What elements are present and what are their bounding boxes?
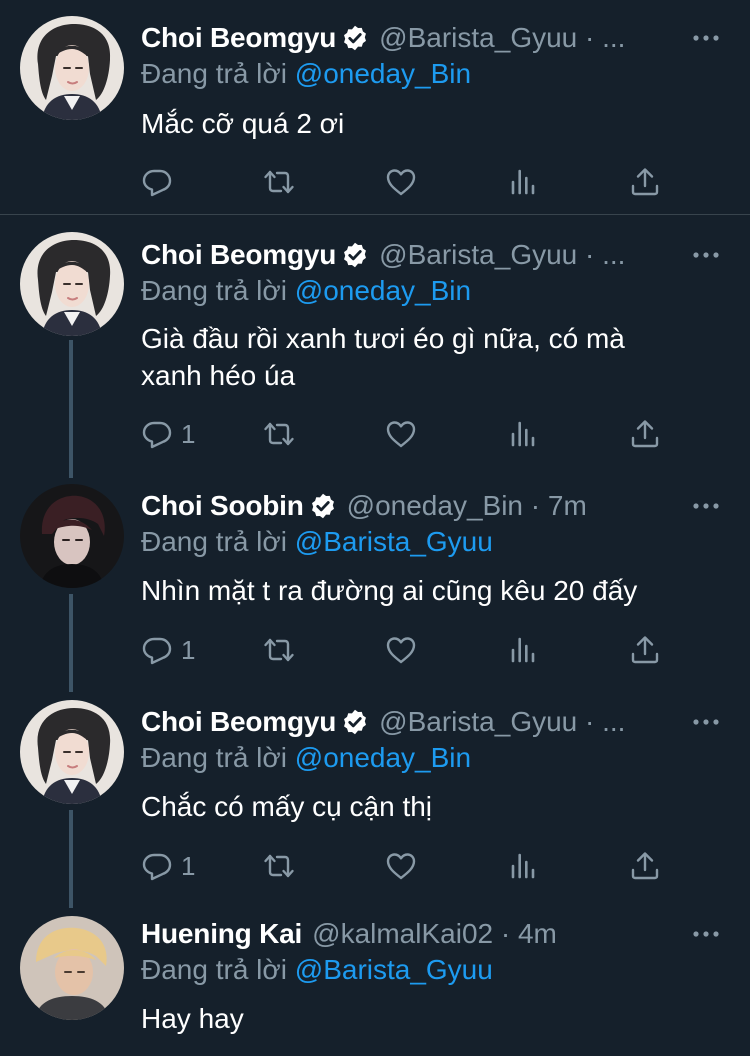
author-handle[interactable]: @Barista_Gyuu · ... xyxy=(379,22,625,54)
replying-prefix: Đang trả lời xyxy=(141,58,287,89)
mention-link[interactable]: @Barista_Gyuu xyxy=(295,526,493,557)
author-name[interactable]: Choi Beomgyu xyxy=(141,239,336,271)
author-handle[interactable]: @oneday_Bin · 7m xyxy=(347,490,587,522)
tweet-text: Mắc cỡ quá 2 ơi xyxy=(141,108,345,139)
tweet[interactable]: Choi Soobin @oneday_Bin · 7m Đang trả lờ… xyxy=(0,470,750,686)
replying-to: Đang trả lời @Barista_Gyuu xyxy=(141,526,493,558)
reply-button[interactable]: 1 xyxy=(141,848,195,884)
verified-badge-icon xyxy=(309,492,337,520)
action-bar: 1 xyxy=(141,632,681,668)
avatar[interactable] xyxy=(20,484,124,588)
reply-icon xyxy=(141,634,173,666)
mention-link[interactable]: @oneday_Bin xyxy=(295,275,471,306)
reply-icon xyxy=(141,166,173,198)
replying-prefix: Đang trả lời xyxy=(141,954,287,985)
heart-icon xyxy=(385,418,417,450)
author-name[interactable]: Choi Beomgyu xyxy=(141,22,336,54)
reply-icon xyxy=(141,850,173,882)
tweet-text: Chắc có mấy cụ cận thị xyxy=(141,791,433,822)
like-button[interactable] xyxy=(385,848,417,884)
replying-to: Đang trả lời @oneday_Bin xyxy=(141,58,471,90)
author-name[interactable]: Huening Kai xyxy=(141,918,302,950)
verified-badge-icon xyxy=(341,241,369,269)
reply-button[interactable]: 1 xyxy=(141,632,195,668)
stats-button[interactable] xyxy=(507,632,539,668)
retweet-button[interactable] xyxy=(263,848,295,884)
more-icon[interactable] xyxy=(692,716,720,728)
author-handle[interactable]: @kalmalKai02 · 4m xyxy=(312,918,557,950)
retweet-icon xyxy=(263,418,295,450)
like-button[interactable] xyxy=(385,416,417,452)
tweet-text: Nhìn mặt t ra đường ai cũng kêu 20 đấy xyxy=(141,575,638,606)
avatar[interactable] xyxy=(20,16,124,120)
action-bar: 1 xyxy=(141,416,681,452)
avatar[interactable] xyxy=(20,700,124,804)
share-button[interactable] xyxy=(629,164,661,200)
author-name[interactable]: Choi Beomgyu xyxy=(141,706,336,738)
stats-button[interactable] xyxy=(507,416,539,452)
reply-button[interactable]: 1 xyxy=(141,416,195,452)
replying-to: Đang trả lời @Barista_Gyuu xyxy=(141,954,493,986)
stats-icon xyxy=(507,634,539,666)
author-handle[interactable]: @Barista_Gyuu · ... xyxy=(379,706,625,738)
tweet[interactable]: Choi Beomgyu @Barista_Gyuu · ... Đang tr… xyxy=(0,215,750,470)
replying-to: Đang trả lời @oneday_Bin xyxy=(141,275,471,307)
stats-button[interactable] xyxy=(507,164,539,200)
tweet-text: Hay hay xyxy=(141,1003,244,1034)
like-button[interactable] xyxy=(385,632,417,668)
share-icon xyxy=(629,166,661,198)
retweet-icon xyxy=(263,166,295,198)
verified-badge-icon xyxy=(341,708,369,736)
reply-count: 1 xyxy=(181,850,196,881)
retweet-icon xyxy=(263,850,295,882)
share-button[interactable] xyxy=(629,632,661,668)
action-bar: 1 xyxy=(141,848,681,884)
mention-link[interactable]: @oneday_Bin xyxy=(295,58,471,89)
more-icon[interactable] xyxy=(692,249,720,261)
replying-prefix: Đang trả lời xyxy=(141,742,287,773)
heart-icon xyxy=(385,634,417,666)
stats-icon xyxy=(507,166,539,198)
verified-badge-icon xyxy=(341,24,369,52)
like-button[interactable] xyxy=(385,164,417,200)
retweet-button[interactable] xyxy=(263,416,295,452)
heart-icon xyxy=(385,850,417,882)
tweet[interactable]: Choi Beomgyu @Barista_Gyuu · ... Đang tr… xyxy=(0,686,750,902)
replying-prefix: Đang trả lời xyxy=(141,275,287,306)
share-icon xyxy=(629,418,661,450)
reply-count: 1 xyxy=(181,634,196,665)
retweet-button[interactable] xyxy=(263,632,295,668)
author-handle[interactable]: @Barista_Gyuu · ... xyxy=(379,239,625,271)
heart-icon xyxy=(385,166,417,198)
action-bar xyxy=(141,164,681,200)
avatar[interactable] xyxy=(20,916,124,1020)
retweet-button[interactable] xyxy=(263,164,295,200)
share-button[interactable] xyxy=(629,416,661,452)
share-button[interactable] xyxy=(629,848,661,884)
replying-to: Đang trả lời @oneday_Bin xyxy=(141,742,471,774)
share-icon xyxy=(629,634,661,666)
reply-icon xyxy=(141,418,173,450)
replying-prefix: Đang trả lời xyxy=(141,526,287,557)
tweet[interactable]: Choi Beomgyu @Barista_Gyuu · ... Đang tr… xyxy=(0,0,750,214)
more-icon[interactable] xyxy=(692,500,720,512)
mention-link[interactable]: @oneday_Bin xyxy=(295,742,471,773)
reply-button[interactable] xyxy=(141,164,181,200)
tweet[interactable]: Huening Kai @kalmalKai02 · 4m Đang trả l… xyxy=(0,902,750,1056)
more-icon[interactable] xyxy=(692,32,720,44)
reply-count: 1 xyxy=(181,418,196,449)
tweet-text: Già đầu rồi xanh tươi éo gì nữa, có mà x… xyxy=(141,323,625,391)
mention-link[interactable]: @Barista_Gyuu xyxy=(295,954,493,985)
stats-button[interactable] xyxy=(507,848,539,884)
stats-icon xyxy=(507,418,539,450)
retweet-icon xyxy=(263,634,295,666)
avatar[interactable] xyxy=(20,232,124,336)
more-icon[interactable] xyxy=(692,928,720,940)
share-icon xyxy=(629,850,661,882)
author-name[interactable]: Choi Soobin xyxy=(141,490,304,522)
stats-icon xyxy=(507,850,539,882)
